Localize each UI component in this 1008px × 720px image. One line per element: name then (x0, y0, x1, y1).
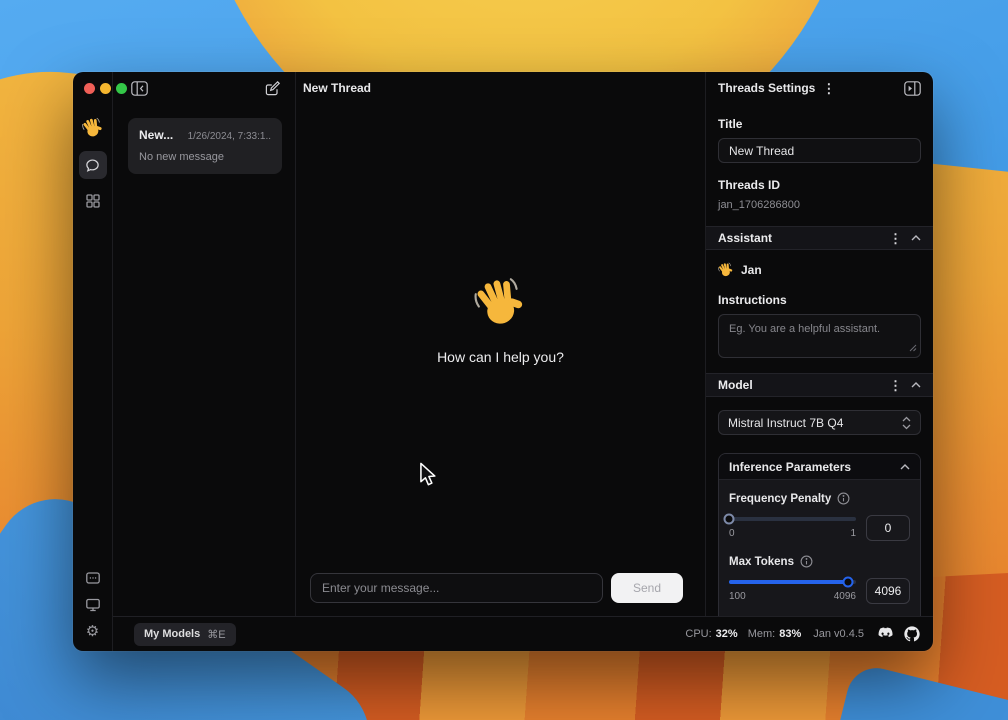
my-models-button[interactable]: My Models ⌘E (134, 623, 236, 646)
assistant-avatar-wave-icon (718, 262, 734, 278)
chat-icon (85, 158, 100, 173)
minimize-window-button[interactable] (100, 83, 111, 94)
my-models-shortcut: ⌘E (207, 628, 225, 641)
page-title: New Thread (303, 81, 371, 95)
chevron-up-icon[interactable] (911, 235, 921, 241)
frequency-penalty-label: Frequency Penalty (729, 493, 831, 505)
thread-item-title: New... (139, 128, 173, 142)
my-models-label: My Models (144, 628, 200, 640)
model-selected-value: Mistral Instruct 7B Q4 (728, 416, 896, 430)
resize-corner-icon[interactable] (909, 344, 917, 352)
send-button[interactable]: Send (611, 573, 683, 603)
cursor-arrow (419, 462, 437, 488)
app-version: Jan v0.4.5 (813, 628, 864, 640)
thread-item-date: 1/26/2024, 7:33:1.. (188, 131, 271, 142)
compose-icon (265, 80, 281, 96)
chat-panel: New Thread How can I help you? Send (296, 72, 705, 616)
select-updown-icon (902, 416, 911, 430)
ribbon-chat-tab[interactable] (79, 151, 107, 179)
chevron-up-icon[interactable] (900, 464, 910, 470)
frequency-penalty-slider[interactable] (729, 517, 856, 521)
jan-app-window: ⚙ (73, 72, 933, 651)
model-section-header[interactable]: Model ⋮ (706, 373, 933, 397)
max-tokens-slider[interactable] (729, 580, 856, 584)
assistant-more-icon[interactable]: ⋮ (889, 232, 902, 245)
wave-logo-icon (82, 117, 104, 139)
zoom-window-button[interactable] (116, 83, 127, 94)
inference-parameters-title: Inference Parameters (729, 460, 851, 474)
panel-title: Threads Settings (718, 81, 815, 95)
thread-list-item[interactable]: New... 1/26/2024, 7:33:1.. No new messag… (128, 118, 282, 174)
max-tokens-label: Max Tokens (729, 556, 794, 568)
model-more-icon[interactable]: ⋮ (889, 379, 902, 392)
discord-icon[interactable] (876, 627, 895, 641)
inference-parameters-header[interactable]: Inference Parameters (719, 454, 920, 480)
more-vertical-icon[interactable]: ⋮ (822, 82, 835, 95)
assistant-section-header[interactable]: Assistant ⋮ (706, 226, 933, 250)
github-icon[interactable] (904, 626, 920, 642)
assistant-label: Assistant (718, 231, 772, 245)
new-thread-button[interactable] (265, 80, 281, 96)
window-controls (84, 83, 127, 94)
greeting-text: How can I help you? (437, 349, 564, 365)
app-ribbon: ⚙ (73, 72, 113, 651)
collapse-right-panel-button[interactable] (904, 81, 921, 96)
system-monitor-icon[interactable] (85, 597, 101, 613)
thread-item-preview: No new message (139, 151, 271, 163)
thread-list-panel: New... 1/26/2024, 7:33:1.. No new messag… (113, 72, 296, 616)
collapse-left-panel-button[interactable] (131, 81, 148, 96)
apps-grid-icon[interactable] (85, 193, 101, 209)
threads-id-value: jan_1706286800 (718, 199, 921, 211)
panel-left-toggle-icon (131, 81, 148, 96)
frequency-penalty-value[interactable]: 0 (866, 515, 910, 541)
status-bar: My Models ⌘E CPU: 32% Mem: 83% Jan v0.4.… (113, 616, 933, 651)
cpu-value: 32% (716, 628, 738, 640)
model-select[interactable]: Mistral Instruct 7B Q4 (718, 410, 921, 435)
frequency-penalty-param: Frequency Penalty (729, 492, 910, 541)
slider-max: 1 (850, 528, 856, 539)
slider-max: 4096 (834, 591, 856, 602)
slider-thumb[interactable] (724, 514, 735, 525)
instructions-label: Instructions (718, 293, 921, 307)
info-circle-icon[interactable] (837, 492, 850, 505)
slider-min: 100 (729, 591, 746, 602)
settings-gear-icon[interactable]: ⚙ (86, 624, 99, 639)
cpu-label: CPU: (685, 628, 711, 640)
model-label: Model (718, 378, 753, 392)
max-tokens-value[interactable]: 4096 (866, 578, 910, 604)
slider-thumb[interactable] (843, 577, 854, 588)
mem-value: 83% (779, 628, 801, 640)
api-server-icon[interactable] (85, 570, 101, 586)
message-input[interactable] (310, 573, 603, 603)
wave-emoji (474, 276, 528, 330)
title-label: Title (718, 117, 921, 131)
close-window-button[interactable] (84, 83, 95, 94)
assistant-name: Jan (741, 263, 762, 277)
threads-settings-panel: Threads Settings ⋮ Title (705, 72, 933, 616)
slider-min: 0 (729, 528, 735, 539)
instructions-textarea[interactable] (718, 314, 921, 358)
panel-right-toggle-icon (904, 81, 921, 96)
mem-label: Mem: (748, 628, 776, 640)
chevron-up-icon[interactable] (911, 382, 921, 388)
max-tokens-param: Max Tokens (729, 555, 910, 604)
inference-parameters-card: Inference Parameters Frequency Penalty (718, 453, 921, 616)
info-circle-icon[interactable] (800, 555, 813, 568)
threads-id-label: Threads ID (718, 178, 921, 192)
thread-title-input[interactable] (718, 138, 921, 163)
